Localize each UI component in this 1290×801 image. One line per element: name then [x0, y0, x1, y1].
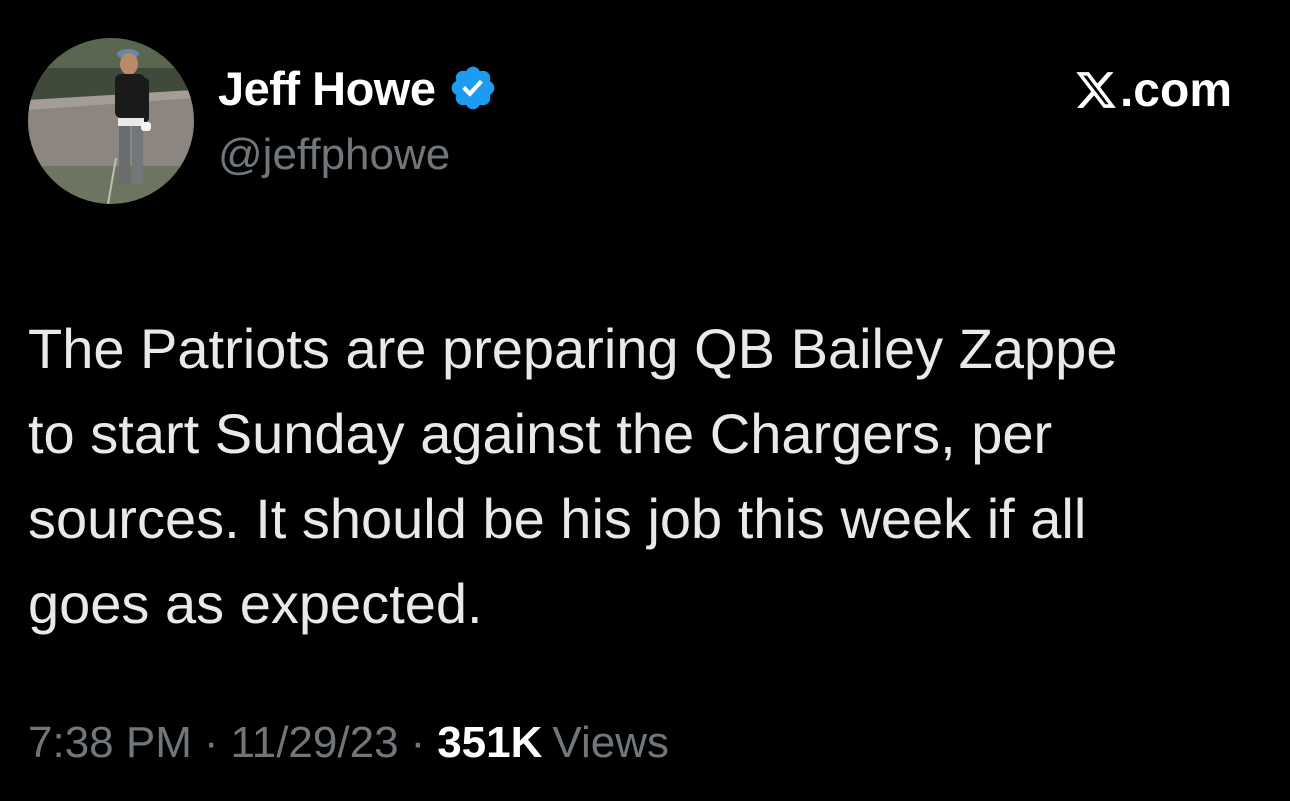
brand-mark: .com	[1074, 62, 1232, 118]
tweet-meta: 7:38 PM · 11/29/23 · 351K Views	[28, 718, 669, 768]
verified-badge-icon	[451, 66, 494, 110]
meta-separator: ·	[410, 718, 426, 767]
author-handle[interactable]: @jeffphowe	[218, 130, 450, 180]
x-logo-icon	[1076, 72, 1116, 108]
tweet-time[interactable]: 7:38 PM	[28, 718, 192, 768]
views-count[interactable]: 351K	[437, 718, 542, 768]
meta-separator: ·	[203, 718, 219, 767]
tweet-date[interactable]: 11/29/23	[231, 718, 399, 768]
brand-text: .com	[1119, 63, 1232, 117]
author-name-row[interactable]: Jeff Howe	[218, 60, 498, 116]
author-display-name[interactable]: Jeff Howe	[218, 61, 436, 116]
views-label: Views	[552, 718, 669, 767]
avatar[interactable]	[28, 38, 194, 204]
golfer-avatar-image	[28, 38, 194, 204]
tweet-text: The Patriots are preparing QB Bailey Zap…	[28, 317, 1118, 635]
